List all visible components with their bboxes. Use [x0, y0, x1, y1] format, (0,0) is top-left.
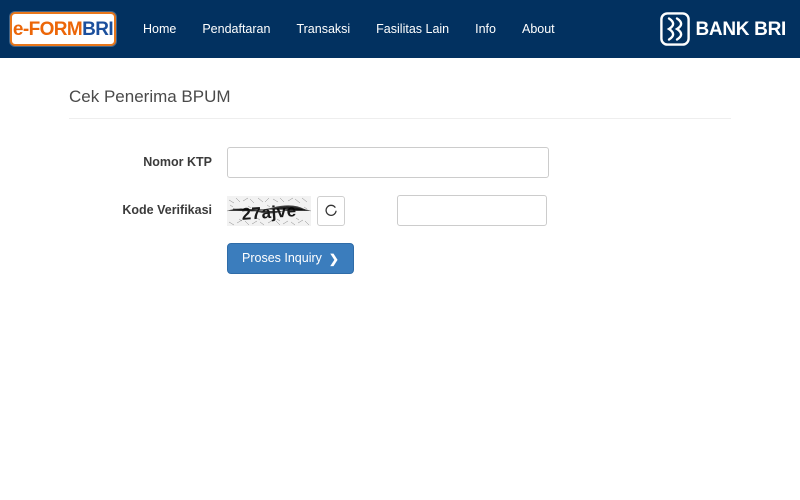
form-row-submit: Proses Inquiry ❯ [69, 243, 731, 274]
nav-links: Home Pendaftaran Transaksi Fasilitas Lai… [130, 17, 660, 42]
label-kode-verifikasi: Kode Verifikasi [122, 203, 212, 218]
refresh-captcha-button[interactable] [317, 195, 345, 226]
bank-bri-mark-icon [659, 12, 690, 46]
nav-item-info[interactable]: Info [462, 17, 509, 42]
proses-inquiry-label: Proses Inquiry [242, 251, 322, 266]
page-body: Cek Penerima BPUM Nomor KTP Kode Verifik… [0, 58, 800, 274]
nav-item-home[interactable]: Home [130, 17, 189, 42]
nav-item-transaksi[interactable]: Transaksi [283, 17, 363, 42]
top-navbar: e-FORMBRI Home Pendaftaran Transaksi Fas… [0, 0, 800, 58]
bank-bri-text: BANK BRI [695, 18, 787, 40]
kode-verifikasi-input[interactable] [397, 195, 547, 227]
form-row-captcha: Kode Verifikasi 27ajve [69, 195, 731, 227]
refresh-icon [324, 203, 338, 218]
svg-text:27ajve: 27ajve [241, 201, 297, 224]
chevron-right-icon: ❯ [328, 251, 339, 266]
title-divider [69, 118, 731, 120]
brand-logo-eform: e-FORM [12, 18, 83, 40]
nav-item-fasilitas-lain[interactable]: Fasilitas Lain [363, 17, 462, 42]
label-nomor-ktp: Nomor KTP [143, 155, 212, 170]
bank-bri-logo: BANK BRI [659, 12, 787, 46]
eform-bri-logo[interactable]: e-FORMBRI [10, 12, 116, 46]
proses-inquiry-button[interactable]: Proses Inquiry ❯ [227, 243, 354, 274]
nav-item-pendaftaran[interactable]: Pendaftaran [189, 17, 283, 42]
form-row-ktp: Nomor KTP [69, 147, 731, 179]
page-title: Cek Penerima BPUM [69, 87, 231, 106]
submit-spacer [69, 243, 227, 274]
content-container: Cek Penerima BPUM Nomor KTP Kode Verifik… [69, 58, 731, 274]
brand-logo-text: e-FORMBRI [12, 18, 114, 40]
brand-logo-bri: BRI [82, 18, 114, 40]
nomor-ktp-input[interactable] [227, 147, 549, 179]
captcha-image: 27ajve [227, 195, 311, 226]
nav-item-about[interactable]: About [509, 17, 568, 42]
